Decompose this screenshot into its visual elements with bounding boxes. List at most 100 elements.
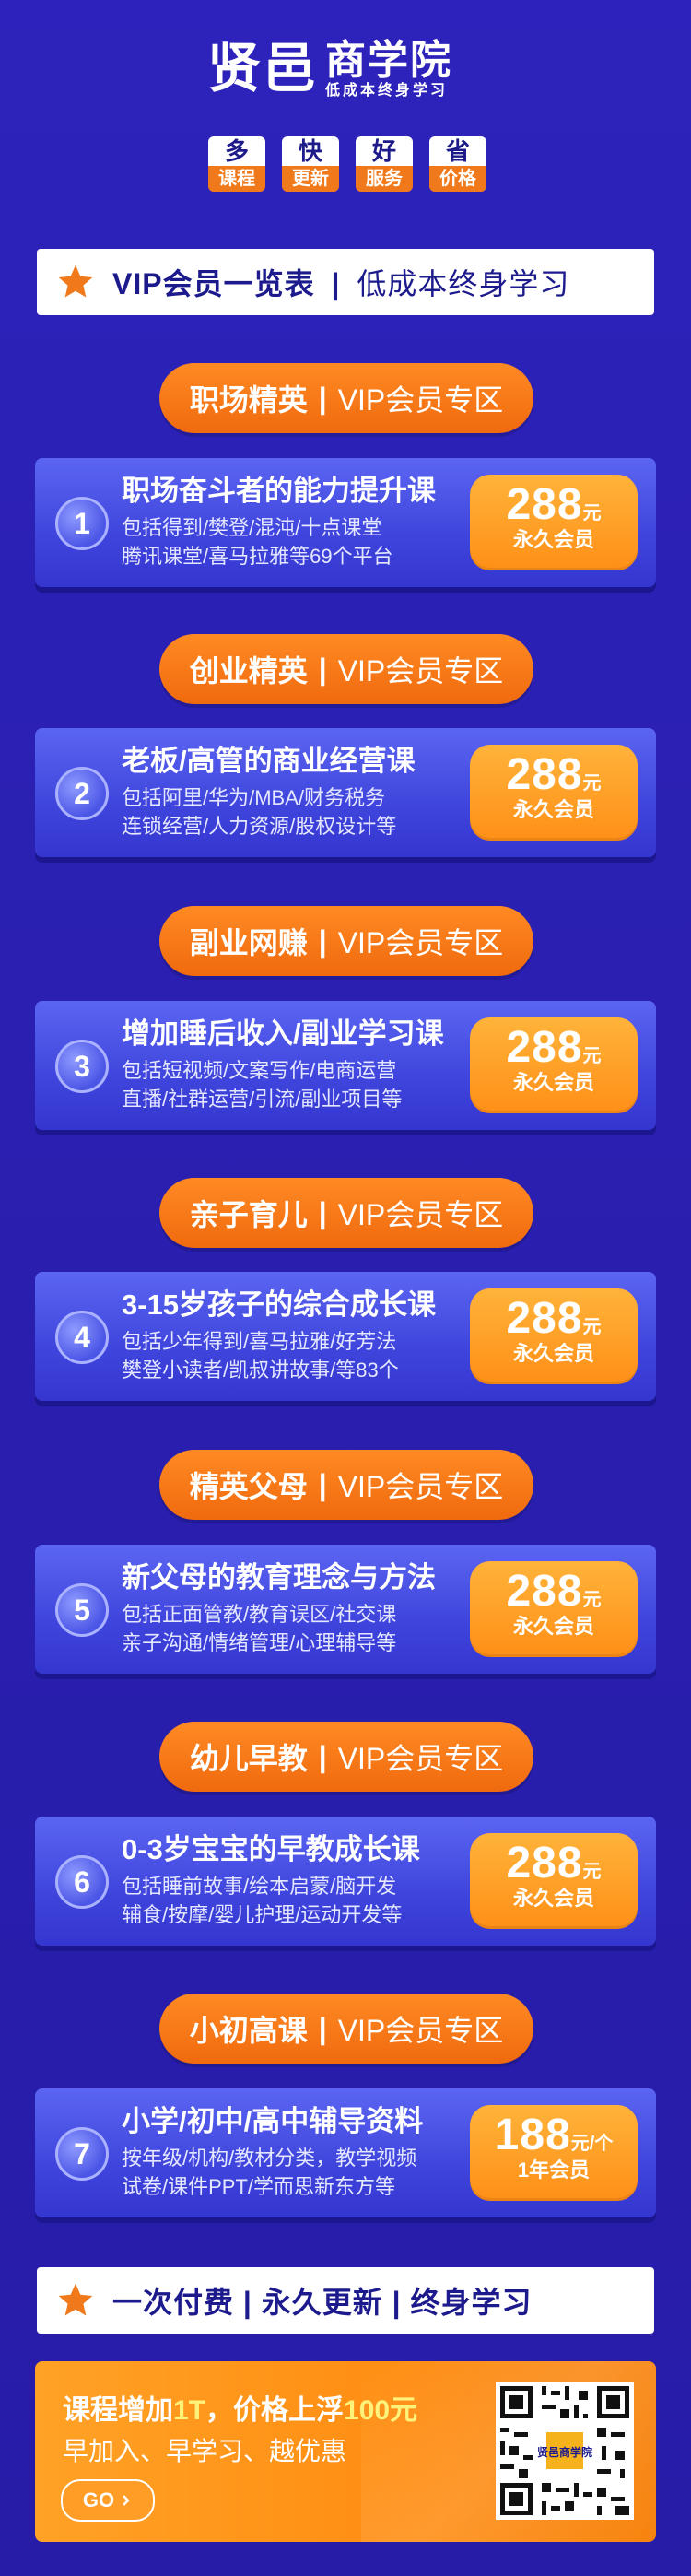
overview-separator: | — [331, 267, 341, 300]
badge-top: 好 — [356, 136, 413, 166]
card-desc-line: 包括正面管教/教育误区/社交课 — [122, 1603, 397, 1626]
pill-title: 幼儿早教 — [189, 1742, 308, 1775]
price-button[interactable]: 188元/个 1年会员 — [470, 2105, 638, 2201]
star-icon — [58, 265, 93, 298]
pill-title: 亲子育儿 — [189, 1198, 308, 1231]
course-card-career[interactable]: 1 职场奋斗者的能力提升课 包括得到/樊登/混沌/十点课堂 腾讯课堂/喜马拉雅等… — [35, 458, 656, 587]
course-card-early-education[interactable]: 6 0-3岁宝宝的早教成长课 包括睡前故事/绘本启蒙/脑开发 辅食/按摩/婴儿护… — [35, 1817, 656, 1946]
card-number: 1 — [55, 497, 109, 550]
card-desc-line: 直播/社群运营/引流/副业项目等 — [122, 1088, 403, 1111]
pill-separator: | — [318, 652, 327, 686]
course-card-elite-parents[interactable]: 5 新父母的教育理念与方法 包括正面管教/教育误区/社交课 亲子沟通/情绪管理/… — [35, 1545, 656, 1674]
price-button[interactable]: 288元 永久会员 — [470, 1833, 638, 1929]
pill-subtitle: VIP会员专区 — [337, 926, 504, 959]
qr-center-label: 贤邑商学院 — [537, 2445, 592, 2459]
card-desc-line: 包括得到/樊登/混沌/十点课堂 — [122, 516, 382, 539]
card-desc-line: 试卷/课件PPT/学而思新东方等 — [122, 2175, 396, 2198]
badge-bottom: 服务 — [356, 166, 413, 192]
footer-title-text: 一次付费 | 永久更新 | 终身学习 — [112, 2286, 533, 2319]
price-unit: 元 — [582, 1317, 602, 1337]
card-title: 职场奋斗者的能力提升课 — [122, 475, 436, 507]
card-title: 小学/初中/高中辅导资料 — [122, 2105, 424, 2137]
card-desc-line: 辅食/按摩/婴儿护理/运动开发等 — [122, 1903, 403, 1926]
pill-subtitle: VIP会员专区 — [337, 1198, 504, 1231]
price-value: 288 — [506, 1023, 583, 1072]
pill-subtitle: VIP会员专区 — [337, 654, 504, 688]
card-title: 3-15岁孩子的综合成长课 — [122, 1288, 437, 1321]
pill-separator: | — [318, 381, 327, 415]
price-button[interactable]: 288元 永久会员 — [470, 1561, 638, 1657]
price-unit: 元/个 — [570, 2134, 614, 2154]
section-pill-business: 创业精英 | VIP会员专区 — [159, 634, 533, 704]
card-number: 5 — [55, 1583, 109, 1637]
pill-subtitle: VIP会员专区 — [337, 1470, 504, 1503]
membership-type: 1年会员 — [517, 2158, 591, 2182]
pill-title: 副业网赚 — [189, 926, 308, 959]
overview-title: VIP会员一览表 — [112, 267, 315, 300]
overview-subtitle: 低成本终身学习 — [357, 267, 570, 300]
card-title: 老板/高管的商业经营课 — [122, 745, 416, 777]
price-unit: 元 — [582, 1862, 602, 1882]
badge-top: 快 — [282, 136, 339, 166]
card-desc-line: 按年级/机构/教材分类，教学视频 — [122, 2147, 417, 2170]
course-card-business[interactable]: 2 老板/高管的商业经营课 包括阿里/华为/MBA/财务税务 连锁经营/人力资源… — [35, 728, 656, 857]
brand-name: 商学院 — [325, 38, 453, 83]
card-desc-line: 包括睡前故事/绘本启蒙/脑开发 — [122, 1875, 397, 1898]
card-description: 包括短视频/文案写作/电商运营 直播/社群运营/引流/副业项目等 — [122, 1056, 509, 1113]
pill-subtitle: VIP会员专区 — [337, 2014, 504, 2047]
course-card-k12[interactable]: 7 小学/初中/高中辅导资料 按年级/机构/教材分类，教学视频 试卷/课件PPT… — [35, 2088, 656, 2217]
badge-service: 好 服务 — [356, 136, 413, 192]
price-value: 188 — [494, 2111, 571, 2159]
card-number: 6 — [55, 1855, 109, 1909]
price-unit: 元 — [582, 773, 602, 794]
card-desc-line: 樊登小读者/凯叔讲故事/等83个 — [122, 1359, 399, 1382]
pill-subtitle: VIP会员专区 — [337, 383, 504, 417]
price-value: 288 — [506, 480, 583, 529]
card-desc-line: 包括少年得到/喜马拉雅/好芳法 — [122, 1330, 397, 1353]
price-button[interactable]: 288元 永久会员 — [470, 1288, 638, 1384]
pill-separator: | — [318, 2011, 327, 2045]
chevron-right-icon — [123, 2495, 130, 2506]
card-desc-line: 包括短视频/文案写作/电商运营 — [122, 1059, 397, 1082]
card-desc-line: 腾讯课堂/喜马拉雅等69个平台 — [122, 545, 393, 568]
price-unit: 元 — [582, 1590, 602, 1610]
badge-bottom: 课程 — [208, 166, 265, 192]
pill-title: 创业精英 — [189, 654, 308, 688]
brand-logo: 贤邑 商学院 低成本终身学习 — [207, 39, 452, 100]
price-unit: 元 — [582, 503, 602, 523]
brand-slogan: 低成本终身学习 — [325, 83, 449, 99]
promo-subline: 早加入、早学习、越优惠 — [63, 2437, 347, 2465]
pill-separator: | — [318, 1739, 327, 1773]
overview-title-bar: VIP会员一览表 | 低成本终身学习 — [37, 249, 654, 315]
badge-courses: 多 课程 — [208, 136, 265, 192]
brand-mark: 贤邑 — [207, 39, 319, 99]
course-card-parenting[interactable]: 4 3-15岁孩子的综合成长课 包括少年得到/喜马拉雅/好芳法 樊登小读者/凯叔… — [35, 1272, 656, 1401]
card-desc-line: 包括阿里/华为/MBA/财务税务 — [122, 786, 386, 809]
pill-separator: | — [318, 923, 327, 958]
price-value: 288 — [506, 1294, 583, 1343]
card-title: 0-3岁宝宝的早教成长课 — [122, 1833, 420, 1865]
membership-type: 永久会员 — [512, 1342, 594, 1365]
section-pill-side-income: 副业网赚 | VIP会员专区 — [159, 906, 533, 976]
card-desc-line: 亲子沟通/情绪管理/心理辅导等 — [122, 1631, 397, 1654]
promo-headline: 课程增加1T，价格上浮100元 — [63, 2387, 417, 2428]
card-number: 3 — [55, 1040, 109, 1093]
qr-code[interactable]: 贤邑商学院 — [496, 2382, 634, 2520]
promo-text: ，价格上浮 — [205, 2395, 345, 2426]
course-card-side-income[interactable]: 3 增加睡后收入/副业学习课 包括短视频/文案写作/电商运营 直播/社群运营/引… — [35, 1001, 656, 1130]
membership-type: 永久会员 — [512, 1887, 594, 1910]
price-value: 288 — [506, 750, 583, 799]
price-button[interactable]: 288元 永久会员 — [470, 745, 638, 841]
section-pill-early-education: 幼儿早教 | VIP会员专区 — [159, 1722, 533, 1792]
card-title: 新父母的教育理念与方法 — [122, 1561, 436, 1594]
badge-bottom: 更新 — [282, 166, 339, 192]
go-button[interactable]: GO — [61, 2479, 155, 2522]
card-description: 包括正面管教/教育误区/社交课 亲子沟通/情绪管理/心理辅导等 — [122, 1600, 509, 1657]
membership-type: 永久会员 — [512, 798, 594, 821]
section-pill-k12: 小初高课 | VIP会员专区 — [159, 1994, 533, 2064]
price-button[interactable]: 288元 永久会员 — [470, 1017, 638, 1113]
membership-type: 永久会员 — [512, 1615, 594, 1638]
go-label: GO — [82, 2488, 115, 2511]
price-button[interactable]: 288元 永久会员 — [470, 475, 638, 570]
card-description: 包括阿里/华为/MBA/财务税务 连锁经营/人力资源/股权设计等 — [122, 783, 509, 841]
